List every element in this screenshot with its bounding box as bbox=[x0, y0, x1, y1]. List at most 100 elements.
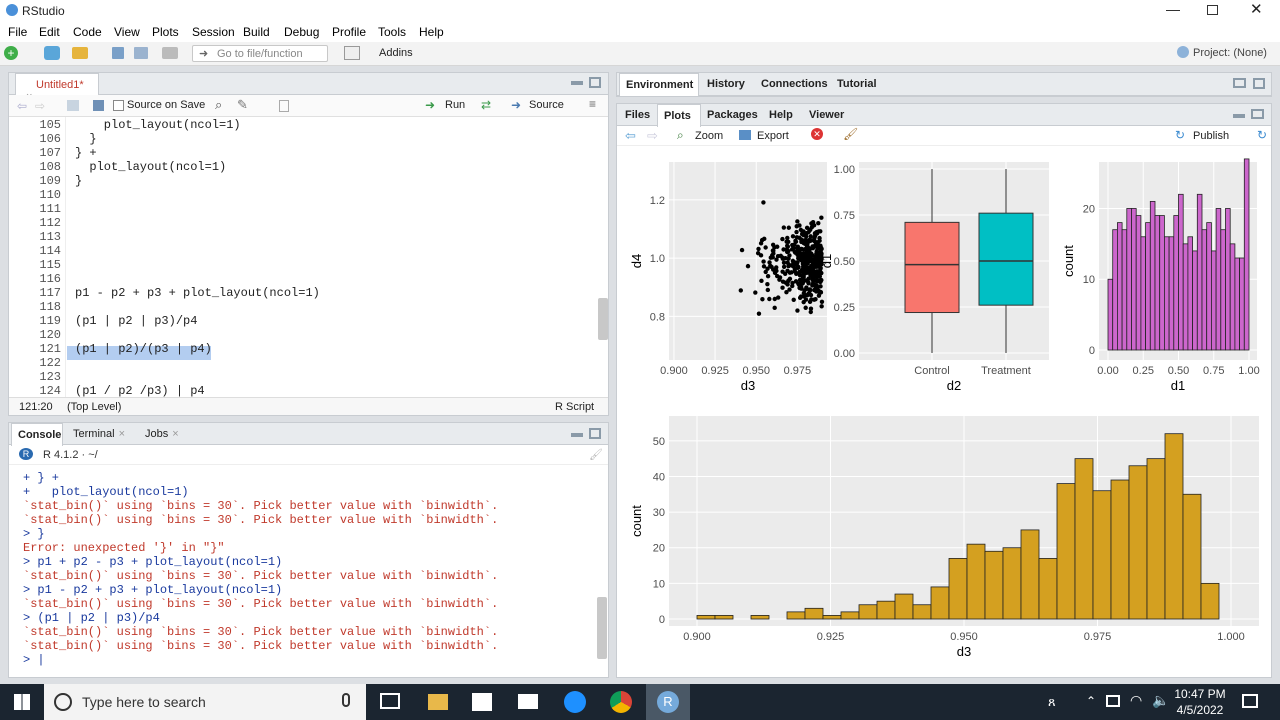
print-icon[interactable] bbox=[162, 47, 178, 59]
menu-view[interactable]: View bbox=[114, 25, 140, 39]
code-tools-icon[interactable]: ✎ bbox=[237, 97, 248, 113]
x-tick-label: 0.900 bbox=[660, 365, 688, 377]
console-line: `stat_bin()` using `bins = 30`. Pick bet… bbox=[23, 625, 499, 639]
file-type-menu[interactable]: R Script bbox=[555, 401, 594, 413]
menu-file[interactable]: File bbox=[8, 25, 27, 39]
minimize-pane-icon[interactable] bbox=[571, 81, 583, 85]
scope-indicator[interactable]: (Top Level) bbox=[67, 401, 121, 413]
tab-tutorial[interactable]: Tutorial bbox=[831, 73, 883, 95]
file-explorer-icon[interactable] bbox=[428, 694, 448, 710]
console-line: `stat_bin()` using `bins = 30`. Pick bet… bbox=[23, 569, 499, 583]
restore-plots-icon[interactable] bbox=[1251, 109, 1264, 119]
clock-date[interactable]: 4/5/2022 bbox=[1166, 703, 1234, 717]
new-project-icon[interactable] bbox=[44, 46, 60, 60]
scatter-point bbox=[780, 279, 786, 284]
tab-untitled1[interactable]: Untitled1* × bbox=[15, 73, 99, 103]
project-menu[interactable]: Project: (None) bbox=[1193, 47, 1267, 59]
wifi-icon[interactable]: ◠ bbox=[1130, 692, 1142, 709]
store-icon[interactable] bbox=[472, 693, 492, 711]
tab-jobs[interactable]: Jobs × bbox=[139, 423, 185, 445]
addins-menu[interactable]: Addins bbox=[379, 47, 413, 59]
goto-file-input[interactable]: ➜ Go to file/function bbox=[192, 45, 328, 62]
publish-button[interactable]: Publish bbox=[1193, 130, 1229, 142]
tab-files[interactable]: Files bbox=[619, 104, 656, 126]
minimize-plots-icon[interactable] bbox=[1233, 114, 1245, 118]
export-button[interactable]: Export bbox=[757, 130, 789, 142]
remove-plot-icon[interactable]: ✕ bbox=[811, 128, 823, 140]
edge-icon[interactable] bbox=[564, 691, 586, 713]
close-icon[interactable]: ✕ bbox=[1250, 0, 1263, 18]
console-scrollbar[interactable] bbox=[597, 597, 607, 659]
menu-tools[interactable]: Tools bbox=[378, 25, 406, 39]
tab-help[interactable]: Help bbox=[763, 104, 799, 126]
restore-icon[interactable] bbox=[1207, 5, 1218, 15]
outline-icon[interactable] bbox=[279, 100, 289, 112]
refresh-plot-icon[interactable]: ↻ bbox=[1257, 128, 1267, 142]
mail-icon[interactable] bbox=[518, 694, 538, 709]
tab-viewer[interactable]: Viewer bbox=[803, 104, 850, 126]
grid-layout-icon[interactable] bbox=[344, 46, 360, 60]
editor-scrollbar[interactable] bbox=[598, 298, 608, 340]
tab-plots[interactable]: Plots bbox=[657, 104, 701, 127]
clear-plots-icon[interactable]: 🖌 bbox=[843, 127, 858, 141]
maximize-console-icon[interactable] bbox=[589, 428, 601, 439]
zoom-button[interactable]: Zoom bbox=[695, 130, 723, 142]
scatter-point bbox=[775, 253, 781, 259]
menu-debug[interactable]: Debug bbox=[284, 25, 319, 39]
menu-session[interactable]: Session bbox=[192, 25, 235, 39]
open-folder-icon[interactable] bbox=[72, 47, 88, 59]
tray-chevron-icon[interactable]: ⌃ bbox=[1086, 694, 1096, 708]
env-tabs: Environment History Connections Tutorial bbox=[617, 73, 1271, 96]
tab-connections[interactable]: Connections bbox=[755, 73, 834, 95]
menu-build[interactable]: Build bbox=[243, 25, 270, 39]
menu-plots[interactable]: Plots bbox=[152, 25, 179, 39]
next-plot-icon[interactable]: ⇨ bbox=[647, 128, 658, 144]
save-file-icon[interactable] bbox=[93, 100, 104, 111]
minimize-console-icon[interactable] bbox=[571, 433, 583, 437]
minimize-icon[interactable]: — bbox=[1166, 1, 1180, 17]
prev-plot-icon[interactable]: ⇦ bbox=[625, 128, 636, 144]
people-icon[interactable]: ጸ bbox=[1048, 694, 1056, 710]
new-file-icon[interactable]: + bbox=[4, 46, 18, 60]
menu-code[interactable]: Code bbox=[73, 25, 102, 39]
rstudio-taskbar-button[interactable]: R bbox=[646, 684, 690, 720]
search-circle-icon bbox=[54, 693, 72, 711]
clock-time[interactable]: 10:47 PM bbox=[1166, 687, 1234, 701]
maximize-pane-icon[interactable] bbox=[589, 77, 601, 88]
forward-icon[interactable]: ⇨ bbox=[35, 99, 45, 113]
scatter-point bbox=[798, 246, 804, 252]
menu-edit[interactable]: Edit bbox=[39, 25, 60, 39]
tab-packages[interactable]: Packages bbox=[701, 104, 764, 126]
code-editor[interactable]: 105 plot_layout(ncol=1) 106 } 107} + 108 pl… bbox=[9, 117, 608, 397]
run-button[interactable]: Run bbox=[445, 99, 465, 111]
taskbar-search-box[interactable]: Type here to search bbox=[44, 684, 366, 720]
y-tick-label: 10 bbox=[653, 578, 665, 590]
task-view-icon[interactable] bbox=[380, 693, 400, 709]
menu-help[interactable]: Help bbox=[419, 25, 444, 39]
chrome-icon[interactable] bbox=[610, 691, 632, 713]
microphone-icon[interactable] bbox=[342, 693, 350, 707]
notifications-icon[interactable] bbox=[1242, 694, 1258, 708]
console-output[interactable]: + } + + plot_layout(ncol=1) `stat_bin()` u… bbox=[9, 465, 608, 677]
windows-start-icon[interactable] bbox=[14, 694, 30, 710]
source-button[interactable]: Source bbox=[529, 99, 564, 111]
search-icon[interactable]: ⌕ bbox=[215, 97, 222, 113]
save-icon[interactable] bbox=[112, 47, 124, 59]
restore-env-icon[interactable] bbox=[1233, 78, 1246, 88]
tab-console[interactable]: Console bbox=[11, 423, 63, 446]
maximize-env-icon[interactable] bbox=[1253, 78, 1265, 89]
tab-environment[interactable]: Environment bbox=[619, 73, 699, 96]
tab-history[interactable]: History bbox=[701, 73, 751, 95]
rerun-icon[interactable]: ⇄ bbox=[481, 98, 491, 112]
back-icon[interactable]: ⇦ bbox=[17, 99, 27, 113]
show-in-window-icon[interactable] bbox=[67, 100, 79, 111]
menu-profile[interactable]: Profile bbox=[332, 25, 366, 39]
network-icon[interactable] bbox=[1106, 695, 1120, 707]
doc-outline-icon[interactable]: ≡ bbox=[589, 97, 596, 111]
title-bar: RStudio — ✕ bbox=[0, 0, 1280, 22]
save-all-icon[interactable] bbox=[134, 47, 148, 59]
tab-terminal[interactable]: Terminal × bbox=[67, 423, 131, 445]
histogram-bar bbox=[948, 558, 968, 620]
source-on-save-checkbox[interactable] bbox=[113, 100, 124, 111]
clear-console-icon[interactable]: 🖌 bbox=[589, 448, 603, 461]
